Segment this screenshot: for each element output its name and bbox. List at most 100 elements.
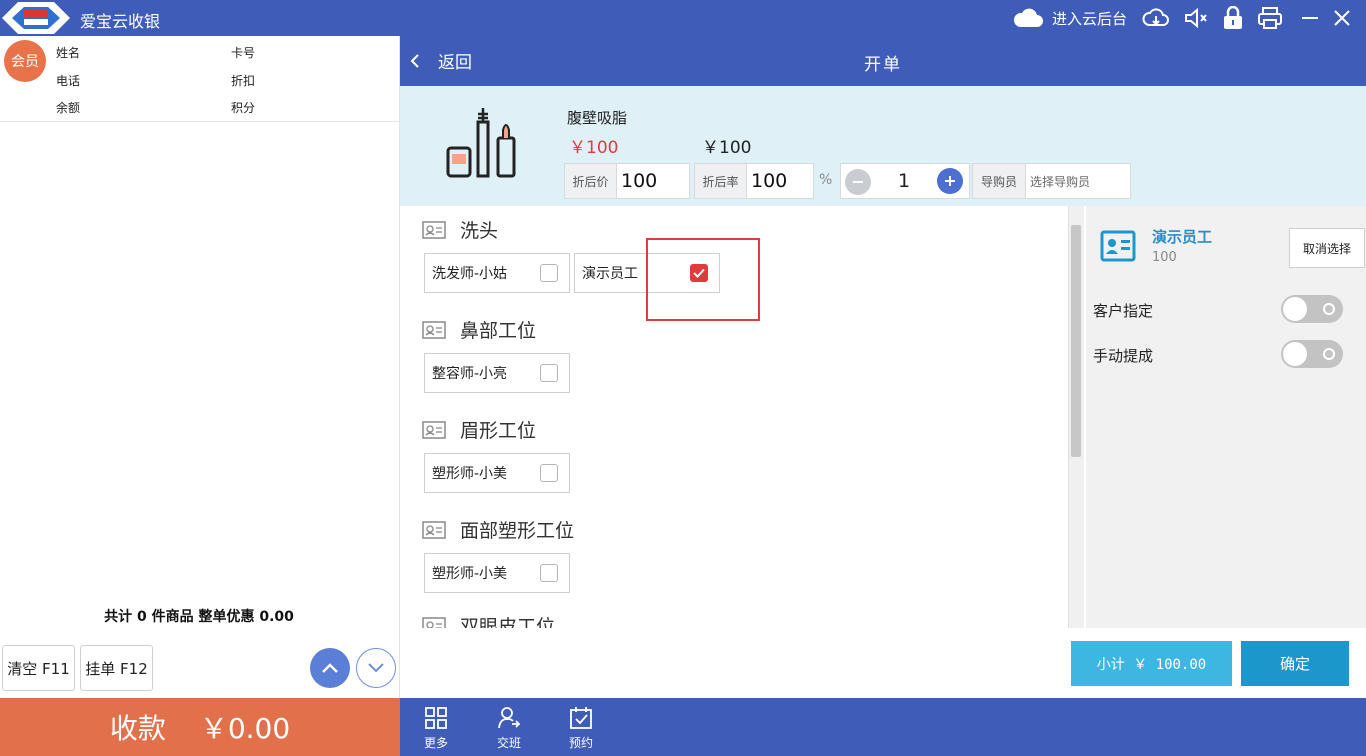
staff-option[interactable]: 塑形师-小美 (424, 553, 570, 593)
volume-icon[interactable] (1182, 5, 1210, 31)
summary-discount: 0.00 (259, 609, 294, 625)
cloud-sync-icon[interactable] (1142, 5, 1170, 31)
staff-name: 演示员工 (582, 266, 638, 282)
handover-icon (498, 707, 521, 729)
clear-button[interactable]: 清空 F11 (2, 645, 75, 691)
section-heading: 眉形工位 (422, 416, 536, 443)
scroll-up-button[interactable] (310, 648, 350, 688)
staff-name: 塑形师-小美 (432, 566, 508, 582)
quantity-value[interactable]: 1 (880, 170, 928, 192)
confirm-button[interactable]: 确定 (1241, 641, 1349, 686)
pay-label: 收款 (109, 712, 166, 745)
cloud-backend-label: 进入云后台 (1052, 9, 1128, 28)
staff-option[interactable]: 整容师-小亮 (424, 353, 570, 393)
staff-option[interactable]: 洗发师-小姑 (424, 253, 570, 293)
toggle-off-indicator (1323, 348, 1335, 360)
cloud-icon (1013, 8, 1043, 27)
nav-label: 更多 (423, 736, 448, 750)
chevron-up-icon (322, 663, 338, 673)
selected-staff-name: 演示员工 (1152, 228, 1213, 246)
grid-icon (425, 707, 447, 729)
nav-appointment[interactable]: 预约 (556, 706, 606, 751)
staff-checkbox[interactable] (540, 564, 558, 582)
cart-summary: 共计 0 件商品 整单优惠 0.00 (0, 606, 398, 626)
member-avatar-button[interactable]: 会员 (4, 40, 46, 82)
toggle-off-indicator (1323, 303, 1335, 315)
staff-option[interactable]: 塑形师-小美 (424, 453, 570, 493)
id-card-icon (422, 320, 446, 339)
product-name: 腹壁吸脂 (567, 109, 628, 127)
nav-label: 交班 (496, 736, 521, 750)
scroll-down-button[interactable] (356, 648, 396, 688)
cart-panel (0, 36, 400, 698)
member-discount-label: 折扣 (231, 74, 256, 88)
pay-button[interactable]: 收款 ￥0.00 (0, 698, 400, 756)
customer-specified-toggle[interactable] (1281, 295, 1343, 323)
calendar-check-icon (570, 707, 592, 729)
discount-rate-label: 折后率 (694, 163, 747, 199)
manual-commission-label: 手动提成 (1093, 347, 1154, 365)
cancel-selection-button[interactable]: 取消选择 (1289, 228, 1365, 268)
chevron-down-icon (368, 663, 384, 673)
scrollbar-thumb[interactable] (1071, 225, 1081, 457)
back-label: 返回 (438, 53, 472, 73)
page-title: 开单 (864, 55, 902, 75)
nav-more[interactable]: 更多 (411, 706, 461, 751)
section-title: 双眼皮工位 (460, 616, 556, 628)
member-balance-label: 余额 (56, 101, 81, 115)
section-title: 眉形工位 (460, 420, 537, 442)
staff-checkbox[interactable] (540, 464, 558, 482)
section-title: 洗头 (460, 220, 499, 242)
product-current-price: ￥100 (702, 138, 752, 158)
selected-staff-value: 100 (1152, 250, 1177, 265)
staff-detail-panel (1086, 206, 1366, 628)
subtotal-display: 小计 ￥ 100.00 (1071, 641, 1232, 686)
section-heading: 面部塑形工位 (422, 516, 574, 543)
nav-handover[interactable]: 交班 (484, 706, 534, 751)
lock-icon[interactable] (1219, 5, 1247, 31)
cloud-backend-button[interactable]: 进入云后台 (1012, 4, 1127, 32)
discounted-price-input[interactable]: 100 (616, 163, 690, 199)
selection-highlight (646, 238, 760, 321)
section-title: 鼻部工位 (460, 320, 537, 342)
member-phone-label: 电话 (56, 74, 81, 88)
customer-specified-label: 客户指定 (1093, 302, 1154, 320)
id-card-icon (422, 616, 446, 628)
section-heading: 洗头 (422, 216, 498, 243)
close-icon[interactable] (1328, 5, 1356, 31)
member-name-label: 姓名 (56, 46, 81, 60)
staff-card-icon (1100, 230, 1136, 262)
member-divider (0, 121, 399, 122)
id-card-icon (422, 420, 446, 439)
app-title: 爱宝云收银 (80, 12, 161, 31)
summary-middle: 件商品 整单优惠 (151, 609, 255, 625)
quantity-increase-button[interactable] (937, 168, 963, 194)
manual-commission-toggle[interactable] (1281, 340, 1343, 368)
staff-name: 整容师-小亮 (432, 366, 508, 382)
app-logo (2, 2, 70, 34)
toggle-knob (1283, 297, 1307, 321)
back-button[interactable]: 返回 (410, 48, 472, 73)
printer-icon[interactable] (1256, 5, 1284, 31)
staff-checkbox[interactable] (540, 264, 558, 282)
guide-select[interactable]: 选择导购员 (1025, 163, 1131, 199)
toggle-knob (1283, 342, 1307, 366)
member-card-label: 卡号 (231, 46, 256, 60)
staff-checkbox[interactable] (540, 364, 558, 382)
member-points-label: 积分 (231, 101, 256, 115)
discount-rate-input[interactable]: 100 (746, 163, 814, 199)
section-heading: 鼻部工位 (422, 316, 536, 343)
staff-name: 洗发师-小姑 (432, 266, 508, 282)
hang-order-button[interactable]: 挂单 F12 (80, 645, 153, 691)
summary-prefix: 共计 (104, 609, 133, 625)
minimize-icon[interactable] (1296, 5, 1324, 31)
section-title: 面部塑形工位 (460, 520, 575, 542)
discounted-price-label: 折后价 (564, 163, 617, 199)
plus-icon (945, 176, 955, 186)
id-card-icon (422, 220, 446, 239)
guide-label: 导购员 (972, 163, 1026, 199)
percent-sign: % (819, 172, 833, 188)
chevron-left-icon (410, 53, 419, 68)
quantity-decrease-button[interactable] (845, 169, 871, 195)
staff-name: 塑形师-小美 (432, 466, 508, 482)
